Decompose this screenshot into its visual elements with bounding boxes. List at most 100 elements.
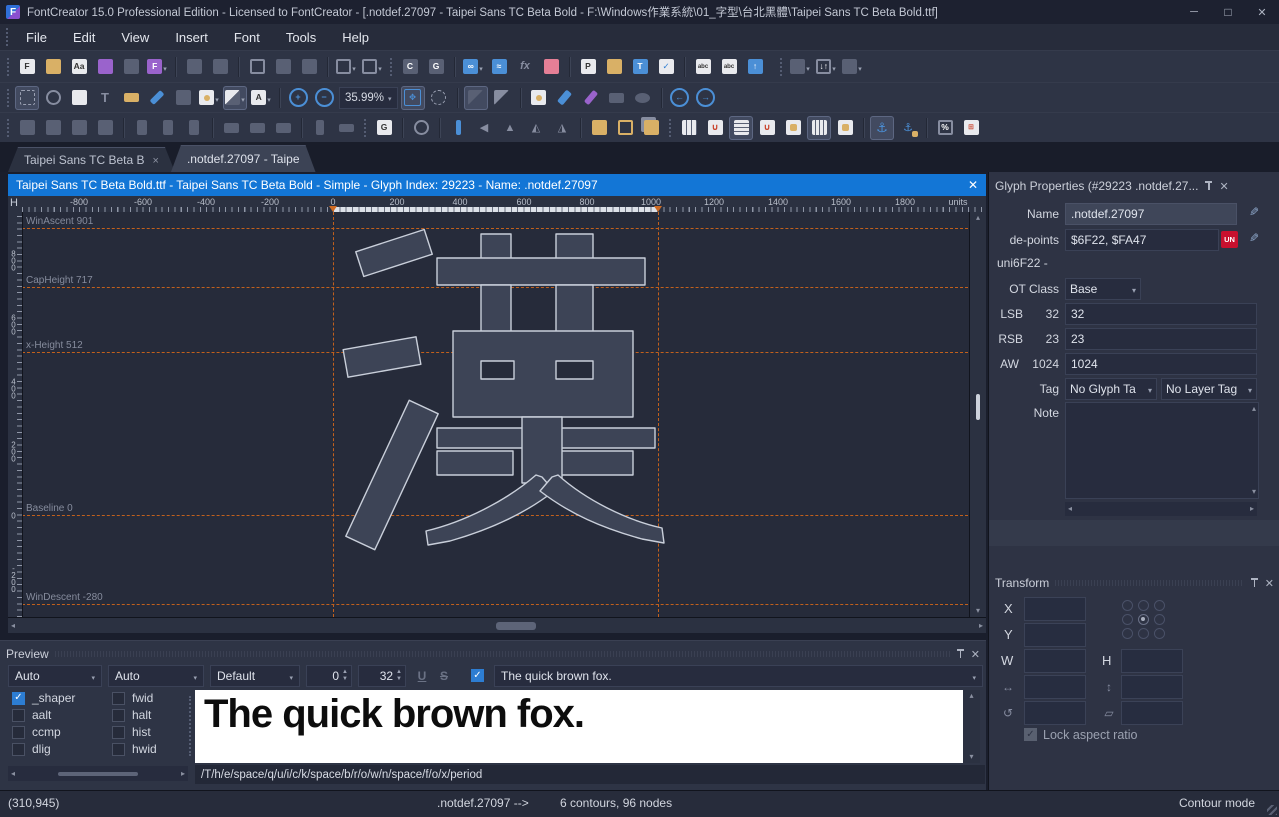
advance-width-input[interactable] — [1065, 353, 1257, 375]
function-button[interactable]: fx — [513, 55, 537, 79]
zoom-in-button[interactable]: + — [286, 86, 310, 110]
color-settings-button[interactable]: A — [249, 86, 273, 110]
ellipse-tool-button[interactable] — [631, 86, 655, 110]
show-guides-button[interactable] — [807, 115, 831, 140]
menu-insert[interactable]: Insert — [162, 24, 221, 50]
vertical-scroll-thumb[interactable] — [976, 394, 980, 420]
distribute-horizontal-button[interactable] — [308, 116, 332, 140]
preview-vertical-scrollbar[interactable] — [963, 690, 980, 763]
scroll-right-icon[interactable] — [1250, 505, 1254, 513]
scroll-right-icon[interactable] — [979, 622, 983, 630]
flip-horizontal-button[interactable]: ◀ — [472, 116, 496, 140]
save-as-button[interactable]: F — [145, 55, 169, 79]
paste-button[interactable] — [297, 55, 321, 79]
layer-tag-select[interactable]: No Layer Tag — [1161, 378, 1257, 400]
save-all-button[interactable] — [119, 55, 143, 79]
open-font-button[interactable] — [41, 55, 65, 79]
panel-close-icon[interactable] — [971, 647, 980, 661]
windescent-guide[interactable] — [22, 604, 968, 605]
edit-fields-button[interactable] — [602, 55, 626, 79]
features-scroll-thumb[interactable] — [58, 771, 138, 776]
glyph-contour[interactable] — [556, 450, 634, 476]
menu-file[interactable]: File — [13, 24, 60, 50]
measure-tool-button[interactable] — [119, 86, 143, 110]
scroll-up-icon[interactable] — [976, 214, 980, 222]
glyph-contour[interactable] — [436, 257, 646, 286]
zoom-level-select[interactable]: 35.99% — [339, 86, 398, 109]
new-font-button[interactable]: F — [15, 55, 39, 79]
exclude-button[interactable] — [639, 116, 663, 140]
origin-dot[interactable] — [1154, 600, 1165, 611]
snap-metrics-button[interactable]: ∪ — [755, 116, 779, 140]
glyph-contour[interactable] — [521, 416, 563, 484]
menu-edit[interactable]: Edit — [60, 24, 108, 50]
zoom-rect-button[interactable] — [427, 86, 451, 110]
tab-font-overview[interactable]: Taipei Sans TC Beta B — [8, 147, 175, 172]
distribute-vertical-button[interactable] — [334, 116, 358, 140]
snap-grid-button[interactable]: ∪ — [703, 116, 727, 140]
pen-tool-button[interactable] — [579, 86, 603, 110]
pin-icon[interactable] — [956, 649, 965, 658]
save-button[interactable] — [93, 55, 117, 79]
glyph-contour[interactable] — [480, 233, 512, 261]
align-middle-button[interactable] — [245, 116, 269, 140]
code-page-button[interactable] — [840, 55, 864, 79]
canvas-horizontal-scrollbar[interactable] — [8, 617, 986, 633]
feature-checkbox[interactable] — [12, 742, 25, 756]
copy-button[interactable] — [271, 55, 295, 79]
spinner-arrows-icon[interactable]: ▲ ▼ — [342, 669, 348, 682]
reset-orientation-button[interactable] — [409, 116, 433, 140]
font-size-spinner[interactable]: 32 ▲ ▼ — [358, 665, 406, 687]
zoom-out-button[interactable]: − — [312, 86, 336, 110]
bring-forward-button[interactable] — [67, 116, 91, 140]
webfont-names-button[interactable]: abc — [717, 55, 741, 79]
font-validation-button[interactable]: ✓ — [654, 55, 678, 79]
feature-checkbox[interactable] — [112, 725, 125, 739]
note-textarea[interactable] — [1065, 402, 1259, 499]
vertical-ruler[interactable]: 800 600 400 200 0 -200 — [8, 212, 23, 617]
add-codepoint-button[interactable]: C — [398, 55, 422, 79]
origin-dot[interactable] — [1154, 614, 1165, 625]
origin-dot[interactable] — [1122, 600, 1133, 611]
open-installed-font-button[interactable]: Aa — [67, 55, 91, 79]
height-input[interactable] — [1121, 649, 1183, 673]
sort-button[interactable]: ↓↑ — [814, 55, 838, 79]
glyph-contour[interactable] — [345, 399, 439, 551]
send-backward-button[interactable] — [93, 116, 117, 140]
tab-close-icon[interactable] — [153, 153, 159, 167]
fill-mode-button[interactable] — [223, 85, 247, 110]
cut-button[interactable] — [245, 55, 269, 79]
properties-horizontal-scrollbar[interactable] — [1065, 502, 1257, 516]
features-scrollbar[interactable] — [8, 766, 188, 781]
glyph-contour[interactable] — [355, 228, 433, 278]
shaper-select[interactable]: Auto — [8, 665, 102, 687]
lasso-tool-button[interactable] — [41, 86, 65, 110]
glyph-window-close-icon[interactable] — [968, 178, 978, 192]
show-points-button[interactable] — [490, 86, 514, 110]
select-tool-button[interactable] — [15, 85, 39, 110]
align-center-button[interactable] — [156, 116, 180, 140]
x-input[interactable] — [1024, 597, 1086, 621]
knife-tool-button[interactable] — [145, 86, 169, 110]
origin-dot-selected[interactable] — [1138, 614, 1149, 625]
preview-splitter[interactable] — [189, 696, 191, 756]
glyph-contour[interactable] — [425, 474, 555, 546]
pin-icon[interactable] — [1204, 181, 1213, 190]
glyph-outline[interactable] — [330, 225, 670, 555]
scroll-left-icon[interactable] — [1068, 505, 1072, 513]
menu-view[interactable]: View — [108, 24, 162, 50]
text-tool-button[interactable]: T — [93, 86, 117, 110]
hand-tool-button[interactable] — [67, 86, 91, 110]
page-setup-button[interactable] — [788, 55, 812, 79]
intersect-button[interactable] — [613, 116, 637, 140]
feature-checkbox[interactable] — [112, 691, 125, 705]
skew-input[interactable] — [1121, 701, 1183, 725]
fit-view-button[interactable]: ✥ — [400, 85, 425, 110]
add-glyph-button[interactable]: G — [424, 55, 448, 79]
origin-dot[interactable] — [1122, 628, 1133, 639]
scale-height-input[interactable] — [1121, 675, 1183, 699]
brush-tool-button[interactable] — [553, 86, 577, 110]
feature-checkbox[interactable] — [12, 725, 25, 739]
menu-help[interactable]: Help — [329, 24, 382, 50]
find-button[interactable] — [208, 55, 232, 79]
